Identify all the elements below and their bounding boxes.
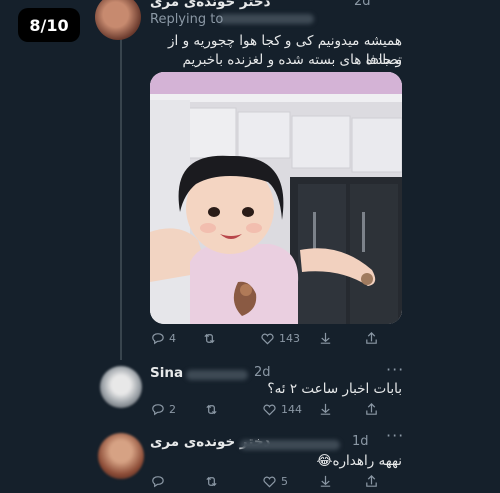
reply-button[interactable] bbox=[150, 474, 165, 489]
tweet-actions: 4 143 bbox=[150, 331, 390, 349]
timestamp[interactable]: 2d bbox=[254, 365, 271, 380]
tweet-photo[interactable] bbox=[150, 72, 402, 324]
share-button[interactable] bbox=[364, 331, 379, 346]
download-icon bbox=[320, 475, 331, 487]
tweet-text: بابات اخبار ساعت ۲ ئه؟ bbox=[267, 381, 402, 397]
reply-count: 4 bbox=[169, 332, 176, 345]
tweet-text: نهھه راهداره😂 bbox=[316, 453, 402, 469]
like-icon bbox=[263, 476, 276, 488]
handle-blurred bbox=[218, 14, 314, 24]
download-icon bbox=[320, 332, 331, 344]
download-button[interactable] bbox=[318, 474, 333, 489]
retweet-icon bbox=[206, 476, 217, 487]
like-count: 144 bbox=[281, 403, 302, 416]
download-icon bbox=[320, 403, 331, 415]
like-count: 143 bbox=[279, 332, 300, 345]
download-button[interactable] bbox=[318, 331, 333, 346]
author-name[interactable]: دختر خونده‌ی مری bbox=[150, 0, 271, 10]
like-count: 5 bbox=[281, 475, 288, 488]
share-icon bbox=[366, 403, 377, 415]
retweet-button[interactable] bbox=[204, 474, 219, 489]
author-name[interactable]: Sina bbox=[150, 365, 183, 381]
handle-blurred bbox=[186, 370, 248, 380]
child-photo-illustration bbox=[150, 72, 402, 324]
retweet-button[interactable] bbox=[202, 331, 217, 346]
share-icon bbox=[366, 332, 377, 344]
share-button[interactable] bbox=[364, 402, 379, 417]
avatar[interactable] bbox=[98, 433, 144, 479]
reply-button[interactable]: 2 bbox=[150, 402, 176, 417]
handle-blurred bbox=[240, 440, 340, 450]
avatar[interactable] bbox=[100, 366, 142, 408]
reply-icon bbox=[152, 333, 164, 345]
like-button[interactable]: 144 bbox=[262, 402, 302, 417]
like-icon bbox=[261, 333, 274, 345]
like-icon bbox=[263, 404, 276, 416]
avatar[interactable] bbox=[95, 0, 141, 40]
like-button[interactable]: 5 bbox=[262, 474, 288, 489]
tweet-text-line-2: و جاده های بسته شده و لغزنده باخبریم bbox=[182, 52, 402, 68]
share-button[interactable] bbox=[364, 474, 379, 489]
replying-to-label: Replying to bbox=[150, 12, 224, 27]
share-icon bbox=[366, 475, 377, 487]
retweet-icon bbox=[204, 333, 215, 344]
timestamp[interactable]: 1d bbox=[352, 434, 369, 449]
retweet-icon bbox=[206, 404, 217, 415]
download-button[interactable] bbox=[318, 402, 333, 417]
tweet-actions: 5 bbox=[150, 474, 390, 492]
more-icon[interactable]: ··· bbox=[386, 360, 404, 379]
slide-counter: 8/10 bbox=[18, 8, 80, 42]
thread-line bbox=[120, 24, 122, 360]
reply-button[interactable]: 4 bbox=[150, 331, 176, 346]
reply-count: 2 bbox=[169, 403, 176, 416]
timestamp[interactable]: 2d bbox=[354, 0, 371, 9]
reply-icon bbox=[152, 476, 164, 488]
retweet-button[interactable] bbox=[204, 402, 219, 417]
reply-icon bbox=[152, 404, 164, 416]
tweet-actions: 2 144 bbox=[150, 402, 390, 420]
like-button[interactable]: 143 bbox=[260, 331, 300, 346]
more-icon[interactable]: ··· bbox=[386, 426, 404, 445]
